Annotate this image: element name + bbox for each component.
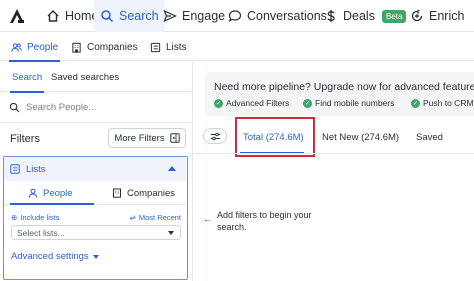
include-lists-row: ⊕ Include lists ⇌ Most Recent (11, 213, 181, 223)
nav-deals-label: Deals (343, 9, 375, 23)
lists-section-title: Lists (26, 163, 46, 175)
upgrade-banner[interactable]: Need more pipeline? Upgrade now for adva… (205, 72, 474, 116)
sliders-icon (210, 132, 220, 140)
more-filters-label: More Filters (114, 132, 165, 144)
nav-engage-label: Engage (182, 9, 226, 23)
sort-icon: ⇌ (129, 213, 136, 222)
dollar-icon (327, 10, 335, 22)
nav-search-label: Search (119, 9, 159, 23)
nav-enrich[interactable]: Enrich (410, 0, 464, 32)
panel-icon (169, 133, 180, 143)
send-icon (163, 9, 177, 23)
subnav-companies-label: Companies (87, 41, 138, 53)
sort-label: Most Recent (138, 213, 181, 222)
sub-nav: People Companies Lists (0, 33, 474, 62)
search-icon (101, 10, 114, 23)
nav-engage[interactable]: Engage (163, 0, 225, 32)
advanced-settings-link[interactable]: Advanced settings (11, 251, 99, 262)
home-icon (47, 10, 59, 22)
tab-net-new[interactable]: Net New (274.6M) (322, 128, 399, 146)
subnav-people[interactable]: People (8, 33, 61, 62)
tabs-divider (193, 153, 474, 154)
toggle-filters-button[interactable] (203, 128, 227, 144)
person-icon (29, 188, 37, 198)
search-tabs: Search Saved searches (0, 62, 193, 93)
building-icon (113, 188, 121, 198)
top-nav: Home Search Engage Conversations Deals B… (0, 0, 474, 32)
sort-most-recent[interactable]: ⇌ Most Recent (130, 213, 181, 222)
nav-deals[interactable]: Deals Beta (324, 0, 407, 32)
people-search (0, 93, 193, 123)
subnav-companies[interactable]: Companies (71, 33, 138, 61)
upgrade-banner-title: Need more pipeline? Upgrade now for adva… (214, 81, 474, 93)
check-icon: ✓ (214, 98, 223, 108)
feature-mobile-numbers: ✓ Find mobile numbers (303, 98, 394, 108)
select-lists-dropdown[interactable]: Select lists... (11, 225, 181, 240)
lists-section-header[interactable]: Lists (4, 157, 186, 181)
subnav-people-label: People (27, 41, 59, 53)
nav-conversations-label: Conversations (247, 9, 327, 23)
include-lists-label: Include lists (20, 213, 60, 222)
lists-tab-companies[interactable]: Companies (112, 181, 175, 205)
chat-icon (228, 10, 242, 23)
filters-panel: Search Saved searches Filters More Filte… (0, 62, 193, 281)
highlight-frame (235, 117, 315, 157)
advanced-settings-label: Advanced settings (11, 251, 89, 262)
lists-filter-section: Lists People Companies ⊕ Include lists ⇌… (3, 156, 188, 280)
lists-tab-companies-label: Companies (127, 187, 176, 199)
subnav-lists[interactable]: Lists (150, 33, 187, 61)
filters-heading: Filters (10, 133, 40, 145)
empty-state-message: Add filters to begin your search. (217, 210, 312, 232)
apollo-logo-icon[interactable] (8, 8, 26, 24)
list-icon (150, 42, 161, 52)
subnav-lists-label: Lists (166, 41, 187, 53)
feature-label: Push to CRM (423, 98, 474, 108)
enrich-icon (411, 9, 423, 22)
chevron-down-icon (168, 231, 174, 235)
nav-enrich-label: Enrich (429, 9, 465, 23)
chevron-up-icon[interactable] (168, 166, 176, 171)
caret-down-icon (92, 254, 99, 259)
include-icon: ⊕ (11, 213, 18, 222)
nav-conversations[interactable]: Conversations (228, 0, 327, 32)
check-icon: ✓ (303, 98, 312, 108)
feature-label: Find mobile numbers (315, 98, 395, 108)
tab-search[interactable]: Search (9, 62, 45, 93)
lists-tab-people-label: People (43, 187, 73, 199)
search-icon (9, 102, 20, 113)
lists-type-tabs: People Companies (4, 181, 186, 205)
include-lists-toggle[interactable]: ⊕ Include lists (11, 213, 59, 222)
search-people-input[interactable] (26, 102, 176, 113)
feature-label: Advanced Filters (226, 98, 290, 108)
select-lists-placeholder: Select lists... (17, 227, 65, 238)
nav-search[interactable]: Search (94, 0, 165, 32)
arrow-left-icon: ← (203, 214, 212, 224)
active-tab-underline (10, 203, 94, 205)
people-icon (11, 42, 22, 52)
tab-saved[interactable]: Saved (416, 128, 443, 146)
check-icon: ✓ (411, 98, 420, 108)
list-icon (10, 164, 20, 174)
feature-advanced-filters: ✓ Advanced Filters (214, 98, 289, 108)
lists-tab-people[interactable]: People (28, 181, 73, 205)
building-icon (72, 42, 81, 53)
more-filters-button[interactable]: More Filters (108, 128, 186, 148)
feature-push-crm: ✓ Push to CRM (411, 98, 474, 108)
beta-badge: Beta (381, 9, 407, 23)
tab-saved-searches[interactable]: Saved searches (51, 62, 119, 92)
